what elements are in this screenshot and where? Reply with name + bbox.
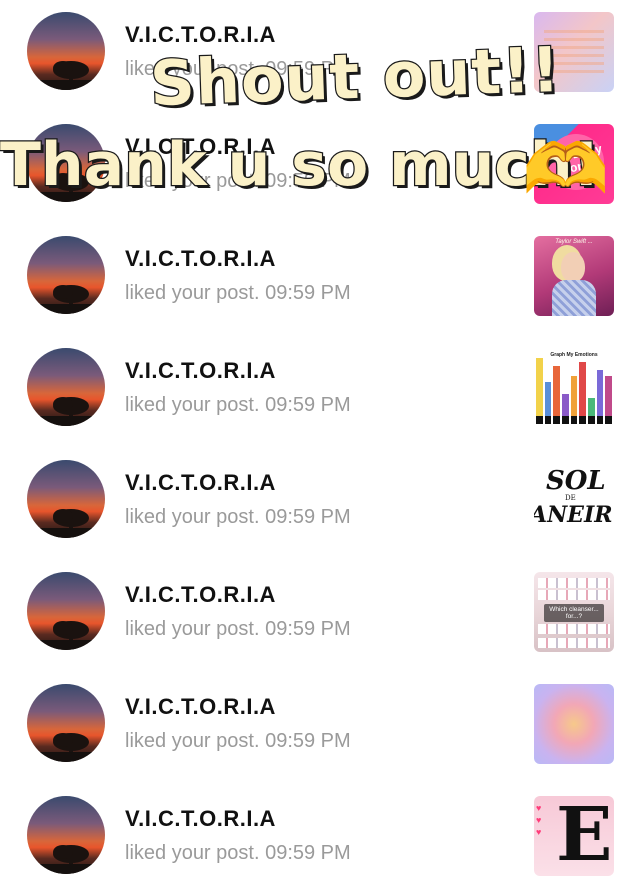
stripe-pattern — [544, 30, 604, 74]
post-thumbnail[interactable] — [534, 12, 614, 92]
thumbnail-letter: E — [556, 796, 613, 876]
tree-sunset-icon — [27, 173, 105, 202]
tree-sunset-icon — [27, 397, 105, 426]
notification-row[interactable]: V.I.C.T.O.R.I.A liked your post. 09:59 P… — [0, 460, 640, 560]
bar — [596, 370, 604, 424]
bar — [570, 376, 578, 424]
username[interactable]: V.I.C.T.O.R.I.A — [125, 22, 276, 48]
notification-text: liked your post. 09:59 PM — [125, 506, 351, 528]
notification-row[interactable]: V.I.C.T.O.R.I.A liked your post. 09:59 P… — [0, 348, 640, 448]
singer-face — [561, 252, 585, 282]
logo-text: ANEIR — [534, 502, 613, 528]
username[interactable]: V.I.C.T.O.R.I.A — [125, 246, 276, 272]
bar — [605, 376, 613, 424]
notification-text: liked your post. 09:59 PM — [125, 730, 351, 752]
post-thumbnail[interactable]: Graph My Emotions — [534, 348, 614, 428]
graph-title: Graph My Emotions — [550, 352, 598, 358]
avatar[interactable] — [27, 236, 105, 314]
thumbnail-caption: Taylor Swift ... — [555, 239, 593, 245]
bar — [553, 366, 561, 424]
notification-text: liked your post. 09:59 PM — [125, 394, 351, 416]
username[interactable]: V.I.C.T.O.R.I.A — [125, 358, 276, 384]
notification-row[interactable]: V.I.C.T.O.R.I.A liked your post. 09:59 P… — [0, 124, 640, 224]
shelf — [538, 578, 610, 588]
hearts-icon: ♥ ♥ ♥ — [536, 803, 542, 837]
bar — [544, 382, 552, 424]
notification-row[interactable]: V.I.C.T.O.R.I.A liked your post. 09:59 P… — [0, 684, 640, 784]
username[interactable]: V.I.C.T.O.R.I.A — [125, 582, 276, 608]
post-thumbnail[interactable]: Which cleanser... for...? — [534, 572, 614, 652]
notification-row[interactable]: V.I.C.T.O.R.I.A liked your post. 09:59 P… — [0, 796, 640, 896]
notification-text: liked your post. 09:59 PM — [125, 842, 351, 864]
username[interactable]: V.I.C.T.O.R.I.A — [125, 134, 276, 160]
notification-text: liked your post. 09:59 PM — [125, 618, 351, 640]
notification-text: liked your post. 09:59 PM — [125, 58, 351, 80]
avatar[interactable] — [27, 348, 105, 426]
username[interactable]: V.I.C.T.O.R.I.A — [125, 806, 276, 832]
avatar[interactable] — [27, 460, 105, 538]
post-thumbnail[interactable]: Taylor Swift ... — [534, 236, 614, 316]
notification-row[interactable]: V.I.C.T.O.R.I.A liked your post. 09:59 P… — [0, 572, 640, 672]
post-thumbnail[interactable]: Sun Body Works — [534, 124, 614, 204]
tree-sunset-icon — [27, 509, 105, 538]
avatar[interactable] — [27, 684, 105, 762]
bar — [562, 394, 569, 424]
thumbnail-caption: Which cleanser... for...? — [544, 604, 604, 622]
avatar[interactable] — [27, 572, 105, 650]
post-thumbnail[interactable]: SOL DE ANEIR — [534, 460, 614, 540]
tree-sunset-icon — [27, 733, 105, 762]
notification-text: liked your post. 09:59 PM — [125, 282, 351, 304]
avatar[interactable] — [27, 12, 105, 90]
graph-bars — [536, 358, 613, 424]
singer-outfit — [552, 280, 596, 316]
tree-sunset-icon — [27, 845, 105, 874]
tree-sunset-icon — [27, 61, 105, 90]
thumbnail-text: Sun Body Works — [542, 128, 610, 196]
username[interactable]: V.I.C.T.O.R.I.A — [125, 694, 276, 720]
bar — [579, 362, 587, 424]
bar — [588, 398, 595, 424]
shelf — [538, 590, 610, 600]
logo-text: DE — [565, 494, 576, 502]
bar — [536, 358, 543, 424]
shelf — [538, 624, 610, 634]
avatar[interactable] — [27, 124, 105, 202]
shelf — [538, 638, 610, 648]
logo-text: SOL — [546, 466, 606, 496]
tree-sunset-icon — [27, 285, 105, 314]
avatar[interactable] — [27, 796, 105, 874]
post-thumbnail[interactable] — [534, 684, 614, 764]
post-thumbnail[interactable]: ♥ ♥ ♥ E — [534, 796, 614, 876]
tree-sunset-icon — [27, 621, 105, 650]
username[interactable]: V.I.C.T.O.R.I.A — [125, 470, 276, 496]
notification-row[interactable]: V.I.C.T.O.R.I.A liked your post. 09:59 P… — [0, 236, 640, 336]
notification-text: liked your post. 09:59 PM — [125, 170, 351, 192]
notification-row[interactable]: V.I.C.T.O.R.I.A liked your post. 09:59 P… — [0, 12, 640, 112]
